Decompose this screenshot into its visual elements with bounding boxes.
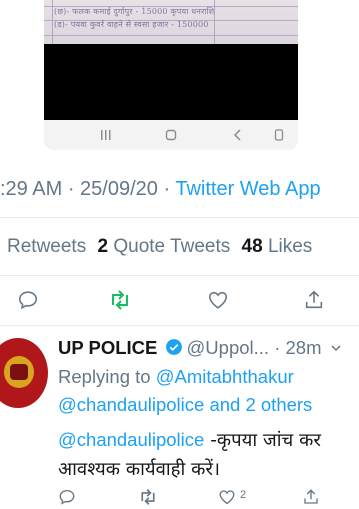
paper-handwriting-line-2: (ड)- पयवा कुवर्र वाहने से स्वसा हजार - 1…	[54, 20, 209, 29]
tweet-stats: Retweets 2 Quote Tweets 48 Likes	[7, 236, 312, 258]
phone-navigation-bar	[44, 120, 298, 150]
quote-count[interactable]: 2	[97, 236, 108, 257]
replying-to-line-2: @chandaulipolice and 2 others	[58, 394, 312, 416]
retweets-link[interactable]: Retweets	[7, 236, 86, 257]
like-icon[interactable]	[207, 289, 229, 311]
tweet-timestamp: :29 AM · 25/09/20 · Twitter Web App	[0, 178, 321, 201]
divider	[0, 217, 359, 218]
replying-to-user[interactable]: @Amitabhthakur	[156, 366, 294, 387]
verified-badge-icon	[165, 338, 183, 361]
reply-retweet-icon[interactable]	[138, 488, 158, 509]
recent-apps-icon	[100, 129, 112, 144]
tweet-source[interactable]: Twitter Web App	[175, 178, 320, 200]
likes-link[interactable]: Likes	[268, 236, 312, 257]
likes-count[interactable]: 48	[242, 236, 263, 257]
reply-like-count: 2	[240, 489, 247, 501]
reply-body-line-1: @chandaulipolice -कृपया जांच कर	[58, 427, 321, 452]
reply-author-handle[interactable]: @Uppol...	[187, 337, 270, 358]
reply-body-line-2: आवश्यक कार्यवाही करें।	[58, 459, 220, 480]
emblem-inner	[10, 364, 28, 380]
avatar[interactable]	[0, 338, 48, 408]
screenshot-icon	[273, 129, 285, 144]
reply-dot: ·	[269, 337, 286, 358]
replying-to-others[interactable]: @chandaulipolice and 2 others	[58, 394, 312, 415]
reply-reply-icon[interactable]	[58, 488, 76, 509]
reply-share-icon[interactable]	[302, 488, 320, 509]
reply-like-icon[interactable]	[218, 488, 236, 509]
timestamp-separator: ·	[62, 178, 81, 200]
back-icon	[232, 129, 244, 144]
tweet-date[interactable]: 25/09/20	[80, 178, 158, 200]
chevron-down-icon[interactable]	[331, 336, 341, 358]
tweet-time: :29 AM	[0, 178, 63, 200]
replying-to-label: Replying to	[58, 366, 151, 387]
reply-header: UP POLICE @Uppol... · 28m	[58, 336, 341, 361]
reply-body-text: -कृपया जांच कर	[204, 430, 321, 451]
home-icon	[165, 129, 177, 144]
reply-body-mention[interactable]: @chandaulipolice	[58, 429, 204, 450]
replying-to: Replying to @Amitabhthakur	[58, 366, 294, 388]
divider	[0, 275, 359, 276]
reply-age[interactable]: 28m	[286, 337, 322, 358]
retweet-icon[interactable]	[108, 289, 130, 311]
paper-handwriting-line-1: (छ)- फलक कमाई दुर्गापुर - 15000 कृपया धन…	[54, 7, 215, 16]
timestamp-separator-2: ·	[157, 178, 176, 200]
divider	[0, 325, 359, 326]
embedded-image-paper[interactable]: (छ)- फलक कमाई दुर्गापुर - 15000 कृपया धन…	[44, 0, 298, 44]
reply-icon[interactable]	[17, 289, 39, 311]
embedded-image-redacted[interactable]	[44, 44, 298, 120]
share-icon[interactable]	[303, 289, 325, 311]
quote-link[interactable]: Quote Tweets	[113, 236, 230, 257]
reply-author-name[interactable]: UP POLICE	[58, 337, 157, 358]
